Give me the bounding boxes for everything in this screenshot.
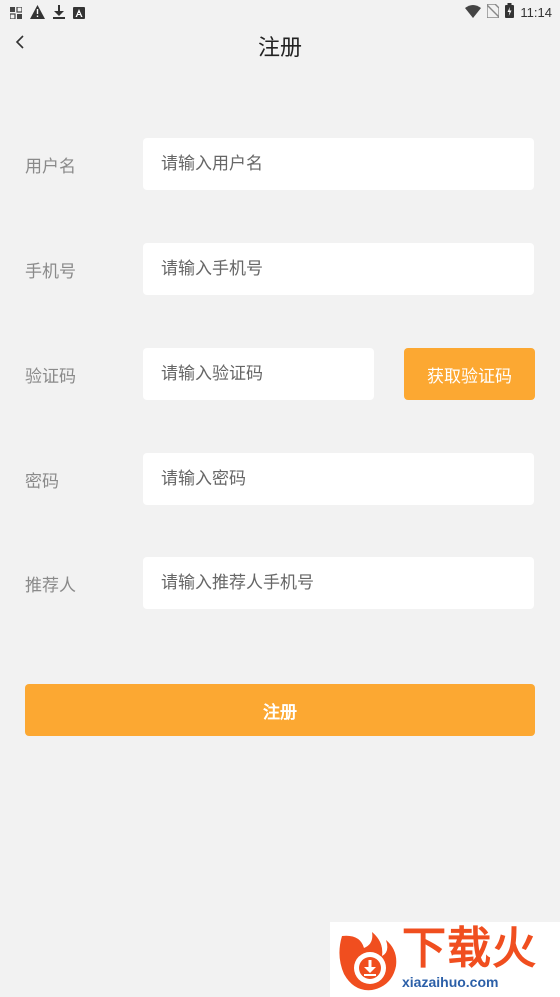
watermark-title: 下载火	[402, 923, 537, 974]
verification-code-input[interactable]	[143, 348, 374, 400]
flame-logo-icon	[334, 926, 400, 997]
password-row: 密码	[0, 453, 560, 505]
username-row: 用户名	[0, 138, 560, 190]
page-title: 注册	[257, 36, 302, 61]
warning-icon	[30, 4, 45, 23]
notification-icon	[9, 4, 23, 23]
phone-row: 手机号	[0, 243, 560, 295]
download-icon	[53, 4, 65, 23]
phone-input[interactable]	[143, 243, 534, 295]
register-button[interactable]: 注册	[25, 684, 535, 736]
status-bar: 11:14	[0, 0, 560, 24]
phone-label: 手机号	[25, 262, 76, 282]
referrer-label: 推荐人	[25, 576, 76, 596]
status-bar-left	[9, 4, 85, 23]
watermark-subtitle: xiazaihuo.com	[402, 974, 499, 990]
clock-time: 11:14	[520, 5, 552, 20]
referrer-row: 推荐人	[0, 557, 560, 609]
header-bar: 注册	[0, 24, 560, 68]
get-code-button[interactable]: 获取验证码	[404, 348, 535, 400]
status-bar-right: 11:14	[465, 3, 552, 22]
code-label: 验证码	[25, 367, 76, 387]
password-label: 密码	[25, 472, 59, 492]
watermark: 下载火 xiazaihuo.com	[330, 922, 560, 997]
referrer-input[interactable]	[143, 557, 534, 609]
code-row: 验证码 获取验证码	[0, 348, 560, 400]
password-input[interactable]	[143, 453, 534, 505]
username-input[interactable]	[143, 138, 534, 190]
a-badge-icon	[73, 4, 85, 23]
register-screen: 11:14 注册 用户名 手机号 验证码 获取验证码 密码 推荐人 注册	[0, 0, 560, 997]
battery-icon	[505, 3, 515, 22]
wifi-icon	[465, 3, 482, 22]
username-label: 用户名	[25, 157, 76, 177]
no-sim-icon	[486, 3, 501, 22]
